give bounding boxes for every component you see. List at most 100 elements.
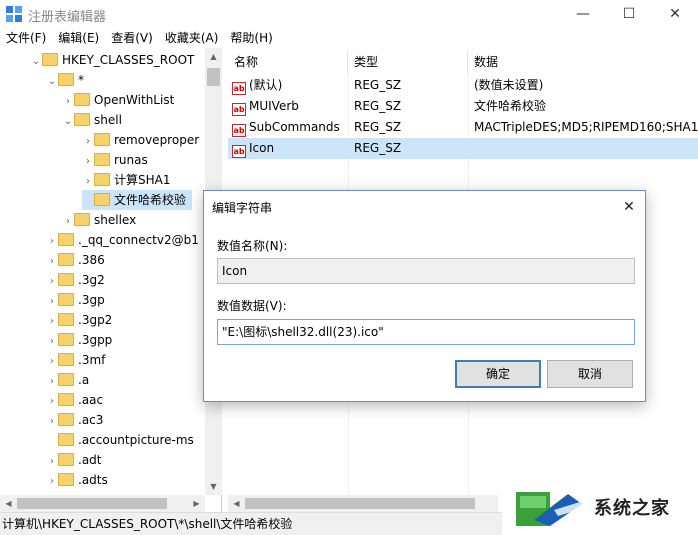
folder-icon (58, 413, 74, 426)
tree-scroll-thumb[interactable] (207, 68, 220, 86)
column-header-type[interactable]: 类型 (348, 50, 468, 74)
menu-file[interactable]: 文件(F) (0, 28, 52, 48)
tree-item[interactable]: ⌄ * (46, 70, 84, 90)
value-data-input[interactable]: "E:\图标\shell32.dll(23).ico" (217, 319, 635, 345)
tree-item-label: shell (94, 113, 122, 127)
scroll-up-arrow-icon[interactable]: ▲ (205, 48, 222, 65)
tree-item[interactable]: › removeproper (82, 130, 199, 150)
folder-icon (58, 393, 74, 406)
value-row[interactable]: ab MUIVerb REG_SZ 文件哈希校验 (228, 96, 698, 117)
chevron-right-icon[interactable]: › (46, 412, 58, 432)
scroll-left-arrow-icon[interactable]: ◀ (228, 495, 245, 512)
tree-item-label: .3mf (78, 353, 106, 367)
chevron-right-icon[interactable]: › (46, 392, 58, 412)
tree-item[interactable]: › .adts (46, 470, 108, 490)
tree-item[interactable]: › .3gp2 (46, 310, 112, 330)
column-header-data[interactable]: 数据 (468, 50, 698, 74)
chevron-right-icon[interactable]: › (46, 452, 58, 472)
menu-help[interactable]: 帮助(H) (224, 28, 278, 48)
tree-item[interactable]: › 计算SHA1 (82, 170, 171, 190)
chevron-right-icon[interactable]: › (62, 212, 74, 232)
tree-item[interactable]: › .a (46, 370, 89, 390)
value-name-cell: ab Icon (232, 138, 348, 159)
tree-item[interactable]: › shellex (62, 210, 136, 230)
tree-item-label: HKEY_CLASSES_ROOT (62, 53, 195, 67)
maximize-button[interactable]: ☐ (606, 0, 652, 28)
close-window-button[interactable]: ✕ (652, 0, 698, 28)
chevron-right-icon[interactable]: › (46, 312, 58, 332)
tree-item-label: .ac3 (78, 413, 104, 427)
chevron-right-icon[interactable]: › (82, 152, 94, 172)
tree-item[interactable]: › ._qq_connectv2@b1 (46, 230, 199, 250)
string-value-icon: ab (232, 145, 246, 158)
chevron-right-icon[interactable]: › (46, 472, 58, 492)
dialog-close-icon[interactable]: ✕ (617, 195, 641, 219)
value-type-cell: REG_SZ (354, 141, 402, 155)
column-header-name[interactable]: 名称 (228, 50, 348, 74)
tree-item[interactable]: .accountpicture-ms (46, 430, 194, 450)
tree-item-label: .adts (78, 473, 108, 487)
value-data-label: 数值数据(V): (217, 299, 287, 313)
tree-item-label: ._qq_connectv2@b1 (78, 233, 199, 247)
value-row[interactable]: ab (默认) REG_SZ (数值未设置) (228, 75, 698, 96)
tree-item-label: .386 (78, 253, 105, 267)
tree-item-label: .aac (78, 393, 104, 407)
chevron-down-icon[interactable]: ⌄ (46, 72, 58, 92)
tree-item[interactable]: › .3mf (46, 350, 105, 370)
folder-icon (58, 453, 74, 466)
folder-icon (58, 373, 74, 386)
chevron-right-icon[interactable]: › (46, 352, 58, 372)
chevron-right-icon[interactable]: › (46, 292, 58, 312)
string-value-icon: ab (232, 124, 246, 137)
folder-icon (58, 353, 74, 366)
tree-item[interactable]: › .ac3 (46, 410, 103, 430)
tree-item-label: shellex (94, 213, 137, 227)
chevron-right-icon[interactable]: › (82, 172, 94, 192)
chevron-down-icon[interactable]: ⌄ (30, 52, 42, 72)
scroll-right-arrow-icon[interactable]: ▶ (188, 495, 205, 512)
folder-icon (58, 333, 74, 346)
chevron-right-icon[interactable]: › (46, 372, 58, 392)
tree-horizontal-scrollbar[interactable]: ◀ ▶ (0, 495, 205, 512)
tree-item[interactable]: › .386 (46, 250, 105, 270)
cancel-button[interactable]: 取消 (547, 360, 633, 388)
tree-item-label: .adt (78, 453, 102, 467)
folder-icon (58, 273, 74, 286)
chevron-right-icon[interactable]: › (62, 92, 74, 112)
value-row[interactable]: ab Icon REG_SZ (228, 138, 698, 159)
tree-item[interactable]: › .3gp (46, 290, 105, 310)
ok-button[interactable]: 确定 (455, 360, 541, 388)
tree-item[interactable]: ⌄ shell (62, 110, 122, 130)
value-row[interactable]: ab SubCommands REG_SZ MACTripleDES;MD5;RIPE… (228, 117, 698, 138)
tree-item[interactable]: ⌄ HKEY_CLASSES_ROOT (30, 50, 194, 70)
value-name-cell: ab MUIVerb (232, 96, 348, 117)
tree-item[interactable]: › .3gpp (46, 330, 112, 350)
list-hscroll-thumb[interactable] (245, 498, 475, 509)
chevron-right-icon[interactable]: › (46, 252, 58, 272)
chevron-down-icon[interactable]: ⌄ (62, 112, 74, 132)
value-type-cell: REG_SZ (354, 78, 402, 92)
tree-hscroll-thumb[interactable] (17, 498, 167, 509)
menu-edit[interactable]: 编辑(E) (52, 28, 105, 48)
chevron-right-icon[interactable]: › (46, 232, 58, 252)
tree-item[interactable]: 文件哈希校验 (82, 190, 193, 210)
string-value-icon: ab (232, 82, 246, 95)
chevron-right-icon[interactable]: › (82, 132, 94, 152)
list-horizontal-scrollbar[interactable]: ◀ (228, 495, 498, 512)
folder-icon (58, 233, 74, 246)
minimize-button[interactable]: — (560, 0, 606, 28)
chevron-right-icon[interactable]: › (46, 332, 58, 352)
menu-favorites[interactable]: 收藏夹(A) (159, 28, 225, 48)
tree-item[interactable]: › OpenWithList (62, 90, 174, 110)
tree-item[interactable]: › .3g2 (46, 270, 105, 290)
tree-item[interactable]: › runas (82, 150, 148, 170)
scroll-down-arrow-icon[interactable]: ▼ (205, 478, 222, 495)
edit-string-dialog: 编辑字符串 ✕ 数值名称(N): Icon 数值数据(V): "E:\图标\sh… (203, 190, 646, 402)
chevron-right-icon[interactable]: › (46, 272, 58, 292)
folder-icon (74, 93, 90, 106)
tree-item[interactable]: › .adt (46, 450, 102, 470)
menu-view[interactable]: 查看(V) (105, 28, 159, 48)
scroll-left-arrow-icon[interactable]: ◀ (0, 495, 17, 512)
tree-item[interactable]: › .aac (46, 390, 103, 410)
tree-item-label: * (78, 73, 84, 87)
